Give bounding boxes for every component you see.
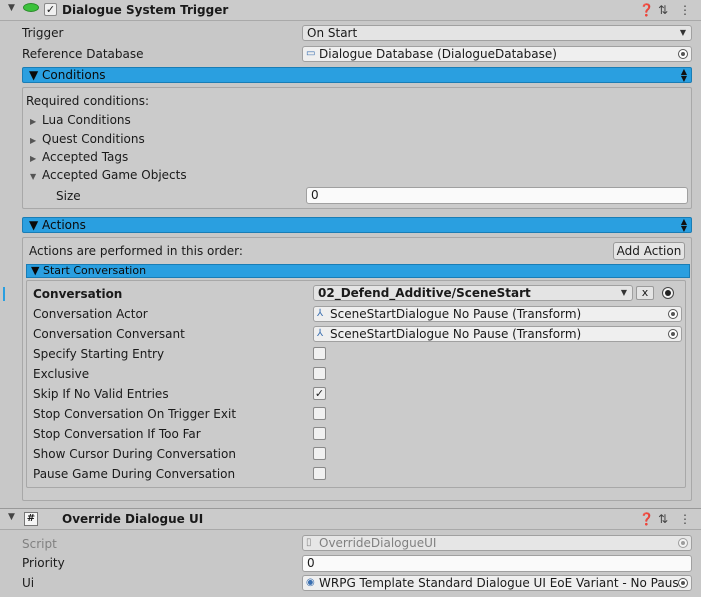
foldout-accepted-game-objects[interactable]: ▼ Accepted Game Objects xyxy=(30,168,187,182)
skip-if-no-valid-entries-label: Skip If No Valid Entries xyxy=(33,387,169,401)
conversation-actor-label: Conversation Actor xyxy=(33,307,148,321)
reference-database-field[interactable]: ▭ Dialogue Database (DialogueDatabase) xyxy=(302,46,692,62)
actions-header[interactable]: ▼ Actions ▲ ▼ xyxy=(22,217,692,233)
object-picker-icon[interactable] xyxy=(668,329,678,339)
updown-arrows-icon: ▲ ▼ xyxy=(680,217,687,233)
script-value: OverrideDialogueUI xyxy=(319,536,437,550)
script-file-icon: ▯ xyxy=(306,537,312,548)
conversation-label: Conversation xyxy=(33,287,123,301)
help-icon[interactable]: ❓ xyxy=(639,512,654,526)
skip-if-no-valid-entries-checkbox[interactable]: ✓ xyxy=(313,387,326,400)
clear-conversation-button[interactable]: x xyxy=(636,286,654,300)
help-icon[interactable]: ❓ xyxy=(639,3,654,17)
conversation-dropdown[interactable]: 02_Defend_Additive/SceneStart ▼ xyxy=(313,285,633,301)
component-title: Dialogue System Trigger xyxy=(62,3,229,17)
component-header-override-dialogue-ui[interactable]: ▼ # Override Dialogue UI ❓ ⇅ ⋮ xyxy=(0,509,701,530)
settings-icon[interactable]: ⇅ xyxy=(658,512,668,526)
script-icon: # xyxy=(24,512,38,526)
exclusive-checkbox[interactable] xyxy=(313,367,326,380)
trigger-dropdown[interactable]: On Start ▼ xyxy=(302,25,692,41)
chevron-right-icon: ▶ xyxy=(30,117,37,126)
updown-arrows-icon: ▲ ▼ xyxy=(680,67,687,83)
conversation-conversant-value: SceneStartDialogue No Pause (Transform) xyxy=(330,327,582,341)
script-label: Script xyxy=(22,537,57,551)
fold-arrow-icon[interactable]: ▼ xyxy=(8,512,15,522)
size-label: Size xyxy=(56,189,81,203)
actions-header-label: ▼ Actions xyxy=(29,218,86,232)
size-input[interactable]: 0 xyxy=(306,187,688,204)
conversation-conversant-label: Conversation Conversant xyxy=(33,327,185,341)
stop-on-trigger-exit-label: Stop Conversation On Trigger Exit xyxy=(33,407,237,421)
add-action-button[interactable]: Add Action xyxy=(613,242,685,260)
prefab-icon: ◉ xyxy=(306,577,315,588)
chevron-down-icon: ▼ xyxy=(620,288,627,297)
foldout-label: Quest Conditions xyxy=(42,132,145,146)
required-conditions-label: Required conditions: xyxy=(26,94,149,108)
ui-value: WRPG Template Standard Dialogue UI EoE V… xyxy=(319,576,686,590)
transform-icon: ⅄ xyxy=(317,328,324,339)
trigger-label: Trigger xyxy=(22,26,64,40)
reference-database-value: Dialogue Database (DialogueDatabase) xyxy=(319,47,557,61)
specify-starting-entry-checkbox[interactable] xyxy=(313,347,326,360)
component-header-dialogue-system-trigger[interactable]: ▼ ✓ Dialogue System Trigger ❓ ⇅ ⋮ xyxy=(0,0,701,21)
exclusive-label: Exclusive xyxy=(33,367,90,381)
foldout-label: Accepted Game Objects xyxy=(42,168,187,182)
settings-icon[interactable]: ⇅ xyxy=(658,3,668,17)
actions-order-label: Actions are performed in this order: xyxy=(29,244,243,258)
reference-database-label: Reference Database xyxy=(22,47,144,61)
conversation-conversant-field[interactable]: ⅄ SceneStartDialogue No Pause (Transform… xyxy=(313,326,682,342)
object-picker-icon xyxy=(678,538,688,548)
show-cursor-checkbox[interactable] xyxy=(313,447,326,460)
chevron-down-icon: ▼ xyxy=(679,28,686,37)
conversation-value: 02_Defend_Additive/SceneStart xyxy=(318,286,531,300)
database-icon: ▭ xyxy=(306,48,316,59)
more-icon[interactable]: ⋮ xyxy=(679,3,691,17)
conversation-actor-field[interactable]: ⅄ SceneStartDialogue No Pause (Transform… xyxy=(313,306,682,322)
component-title: Override Dialogue UI xyxy=(62,512,204,526)
stop-if-too-far-checkbox[interactable] xyxy=(313,427,326,440)
foldout-accepted-tags[interactable]: ▶ Accepted Tags xyxy=(30,150,128,164)
stop-if-too-far-label: Stop Conversation If Too Far xyxy=(33,427,201,441)
component-icon xyxy=(23,3,39,12)
conditions-header[interactable]: ▼ Conditions ▲ ▼ xyxy=(22,67,692,83)
transform-icon: ⅄ xyxy=(317,308,324,319)
ui-field[interactable]: ◉ WRPG Template Standard Dialogue UI EoE… xyxy=(302,575,692,591)
priority-input[interactable]: 0 xyxy=(302,555,692,572)
foldout-quest-conditions[interactable]: ▶ Quest Conditions xyxy=(30,132,145,146)
priority-label: Priority xyxy=(22,556,65,570)
start-conversation-header[interactable]: ▼ Start Conversation xyxy=(26,264,690,278)
pause-game-label: Pause Game During Conversation xyxy=(33,467,236,481)
foldout-label: Lua Conditions xyxy=(42,113,131,127)
trigger-value: On Start xyxy=(307,26,358,40)
conditions-header-label: ▼ Conditions xyxy=(29,68,106,82)
specify-starting-entry-label: Specify Starting Entry xyxy=(33,347,165,361)
fold-arrow-icon[interactable]: ▼ xyxy=(8,3,15,13)
object-picker-icon[interactable] xyxy=(678,578,688,588)
stop-on-trigger-exit-checkbox[interactable] xyxy=(313,407,326,420)
pause-game-checkbox[interactable] xyxy=(313,467,326,480)
foldout-lua-conditions[interactable]: ▶ Lua Conditions xyxy=(30,113,131,127)
chevron-down-icon: ▼ xyxy=(30,172,37,181)
object-picker-icon[interactable] xyxy=(668,309,678,319)
script-field: ▯ OverrideDialogueUI xyxy=(302,535,692,551)
ui-label: Ui xyxy=(22,576,35,590)
selection-marker xyxy=(3,287,5,301)
more-icon[interactable]: ⋮ xyxy=(679,512,691,526)
conversation-actor-value: SceneStartDialogue No Pause (Transform) xyxy=(330,307,582,321)
show-cursor-label: Show Cursor During Conversation xyxy=(33,447,236,461)
foldout-label: Accepted Tags xyxy=(42,150,129,164)
enabled-checkbox[interactable]: ✓ xyxy=(44,3,57,16)
chevron-right-icon: ▶ xyxy=(30,154,37,163)
object-picker-icon[interactable] xyxy=(678,49,688,59)
chevron-right-icon: ▶ xyxy=(30,136,37,145)
conversation-picker-icon[interactable] xyxy=(662,287,674,299)
